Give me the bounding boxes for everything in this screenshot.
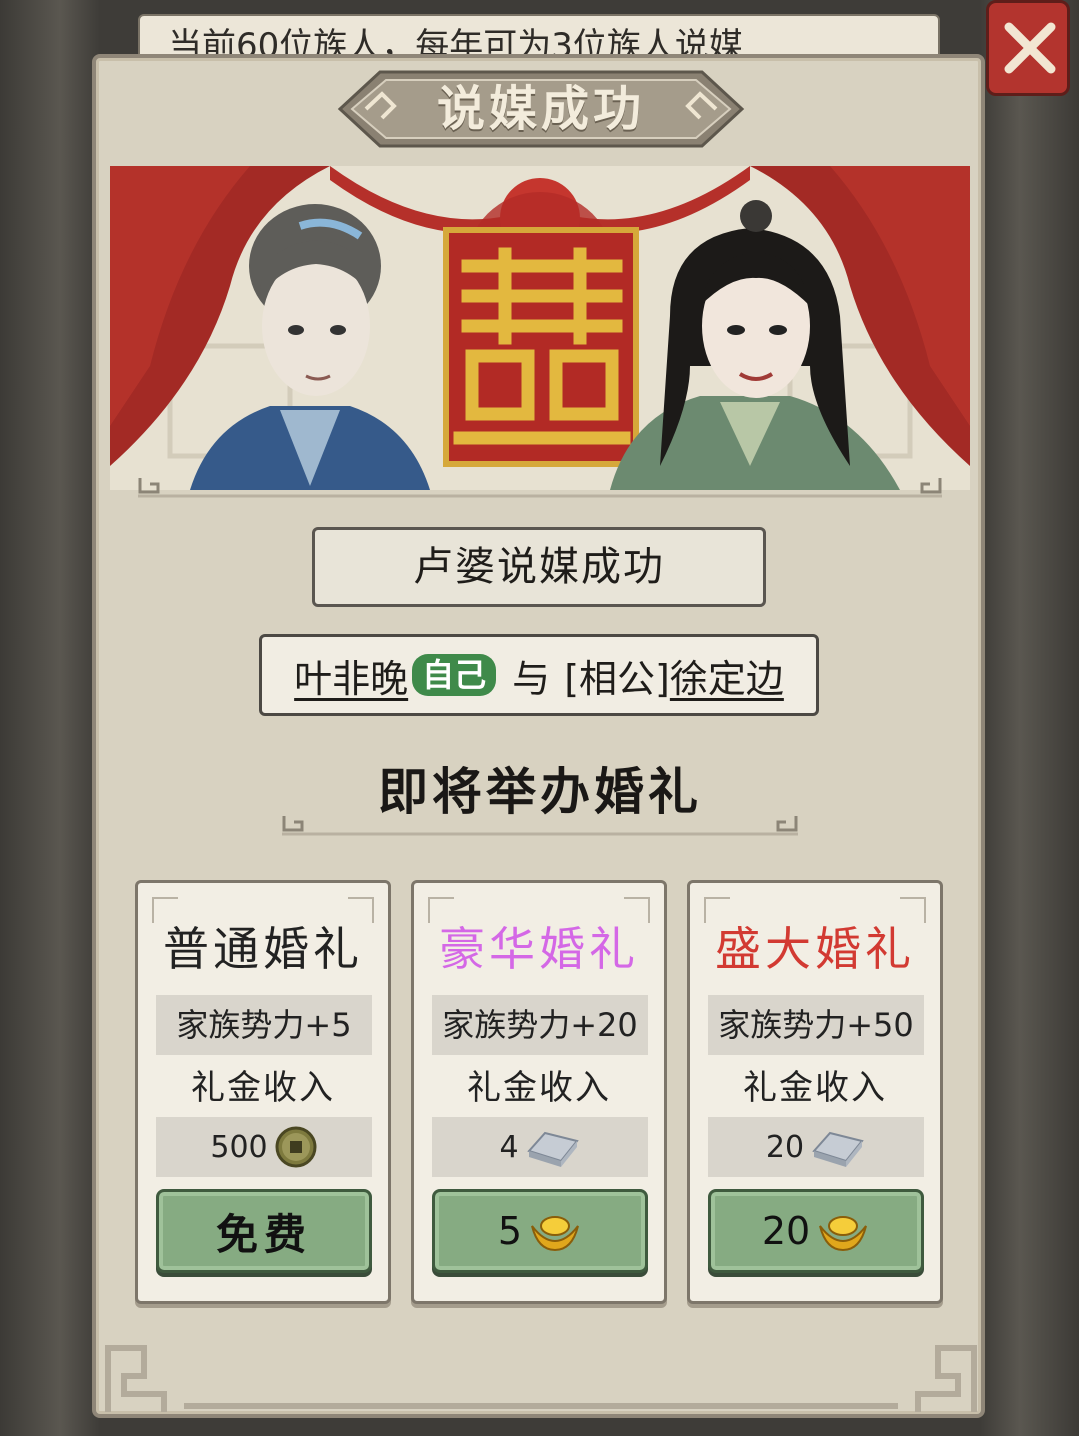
silver-ingot-icon (812, 1131, 864, 1167)
wedding-name: 盛大婚礼 (715, 922, 915, 976)
gold-ingot-icon (531, 1216, 580, 1252)
gold-ingot-icon (819, 1216, 868, 1252)
clan-power-stat: 家族势力+20 (432, 995, 648, 1055)
income-value: 4 (499, 1129, 519, 1165)
bottom-ornament (105, 1345, 977, 1412)
grand-wedding-button[interactable]: 20 (708, 1189, 924, 1273)
normal-wedding-button[interactable]: 免费 (156, 1189, 372, 1273)
income-label: 礼金收入 (743, 1068, 887, 1108)
copper-coin-icon (275, 1126, 317, 1168)
wedding-scene (110, 166, 970, 490)
wedding-name: 豪华婚礼 (439, 922, 639, 976)
clan-power-stat: 家族势力+50 (708, 995, 924, 1055)
silver-ingot-icon (526, 1131, 579, 1167)
connector-text: 与 (512, 656, 551, 701)
person-a-name[interactable]: 叶非晚 (294, 648, 408, 703)
wedding-name: 普通婚礼 (163, 922, 363, 976)
income-value: 20 (765, 1129, 805, 1165)
luxury-wedding-button[interactable]: 5 (432, 1189, 648, 1273)
matchmaker-result: 卢婆说媒成功 (312, 527, 766, 607)
wedding-card-luxury: 豪华婚礼 家族势力+20 礼金收入 4 5 (411, 880, 667, 1304)
self-badge: 自己 (412, 654, 497, 696)
cost-label: 20 (761, 1209, 811, 1253)
income-label: 礼金收入 (467, 1068, 611, 1108)
wedding-card-grand: 盛大婚礼 家族势力+50 礼金收入 20 20 (687, 880, 943, 1304)
wedding-card-normal: 普通婚礼 家族势力+5 礼金收入 500 免费 (135, 880, 391, 1304)
person-b-relation: [相公] (564, 656, 670, 701)
cost-label: 5 (497, 1209, 523, 1253)
close-icon (1004, 22, 1056, 74)
income-label: 礼金收入 (191, 1068, 335, 1108)
person-b-name[interactable]: 徐定边 (670, 648, 784, 703)
clan-power-stat: 家族势力+5 (156, 995, 372, 1055)
income-value-box: 500 (156, 1117, 372, 1177)
dialog-title: 说媒成功 (436, 81, 645, 137)
couple-info: 叶非晚 自己 与 [相公] 徐定边 (259, 634, 819, 716)
scene-divider (138, 478, 942, 498)
cost-label: 免费 (215, 1209, 312, 1259)
close-button[interactable] (986, 0, 1070, 96)
income-value: 500 (210, 1129, 268, 1165)
income-value-box: 4 (432, 1117, 648, 1177)
income-value-box: 20 (708, 1117, 924, 1177)
heading-divider (282, 816, 798, 836)
